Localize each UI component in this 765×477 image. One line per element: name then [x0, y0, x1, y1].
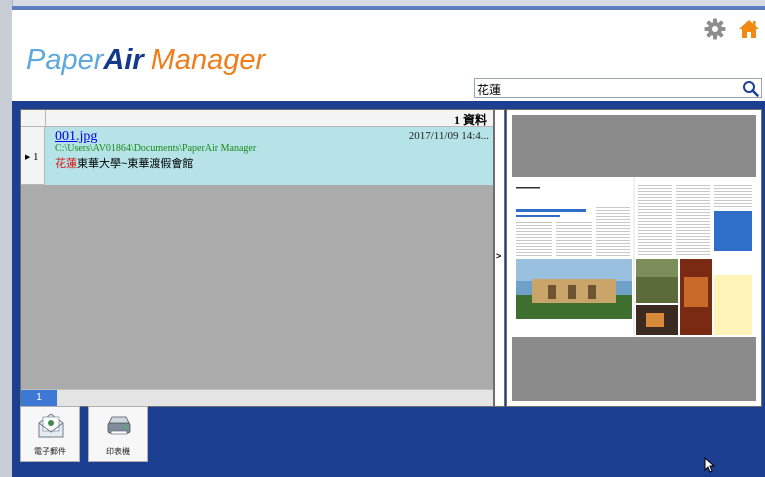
home-icon [739, 20, 759, 38]
row-pointer-icon: ▶ [25, 154, 31, 161]
row-cell[interactable]: 001.jpg 2017/11/09 14:4... C:\Users\AV01… [45, 127, 493, 185]
search-match-highlight: 花蓮 [55, 158, 77, 170]
main-panel: 1 資料 ▶ 1 001.jpg 2017/11/09 14:4... C:\U… [12, 101, 765, 477]
mouse-cursor-icon [704, 457, 716, 473]
search-icon[interactable] [742, 80, 759, 97]
file-description: 花蓮東華大學~東華渡假會館 [55, 155, 193, 171]
title-bar [12, 6, 765, 10]
row-number: 1 [33, 151, 39, 163]
home-button[interactable] [738, 18, 760, 40]
preview-background [512, 115, 756, 401]
gear-icon [704, 18, 726, 40]
table-row[interactable]: ▶ 1 001.jpg 2017/11/09 14:4... C:\Users\… [21, 127, 493, 185]
file-date: 2017/11/09 14:4... [408, 130, 489, 142]
description-text: 東華大學~東華渡假會館 [77, 158, 194, 170]
settings-button[interactable] [704, 18, 726, 40]
toggle-arrow-icon: > [496, 251, 502, 261]
file-path: C:\Users\AV01864\Documents\PaperAir Mana… [55, 143, 257, 154]
preview-toggle[interactable]: > [494, 109, 505, 407]
results-count: 1 資料 [453, 113, 487, 127]
search-box[interactable]: 花蓮 [474, 78, 762, 98]
email-icon [38, 413, 64, 438]
results-grid: 1 資料 ▶ 1 001.jpg 2017/11/09 14:4... C:\U… [20, 109, 494, 407]
grid-header: 1 資料 [21, 110, 493, 127]
logo-part-paper: Paper [26, 44, 104, 76]
row-header[interactable]: ▶ 1 [21, 127, 45, 185]
logo-part-air: Air [103, 44, 144, 76]
search-input[interactable]: 花蓮 [477, 81, 501, 98]
email-button[interactable]: 電子郵件 [20, 406, 80, 462]
logo-part-manager: Manager [150, 44, 266, 76]
email-label: 電子郵件 [34, 447, 66, 456]
page-button[interactable]: 1 [21, 390, 57, 406]
app-logo: PaperAir Manager [26, 44, 265, 77]
scanner-button[interactable]: 印表機 [88, 406, 148, 462]
grid-corner [21, 110, 46, 126]
app-window: PaperAir Manager 花蓮 1 資料 ▶ 1 001.jpg 201… [12, 6, 765, 477]
scanner-label: 印表機 [106, 447, 130, 456]
preview-panel [506, 109, 762, 407]
scanned-page-image [512, 177, 756, 337]
pager: 1 [21, 389, 493, 406]
scanner-icon [107, 416, 131, 435]
